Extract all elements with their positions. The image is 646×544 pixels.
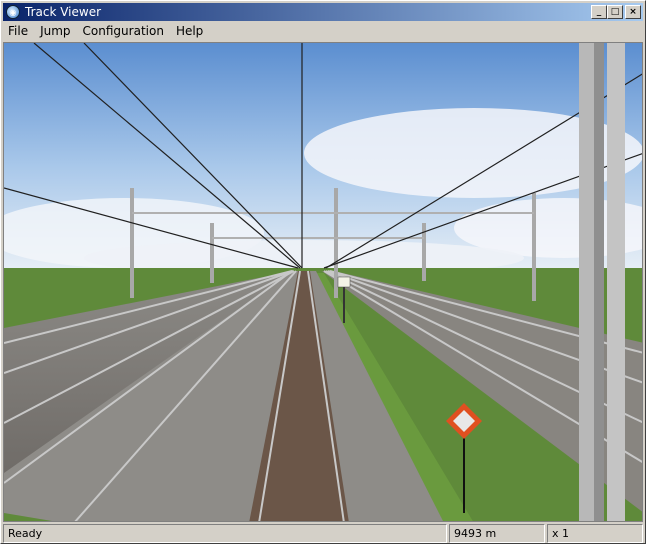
app-window: ◉ Track Viewer _ □ × File Jump Configura… bbox=[0, 0, 646, 544]
foreground-pole-shadow bbox=[594, 43, 604, 521]
menu-bar: File Jump Configuration Help bbox=[3, 22, 643, 40]
minimize-button[interactable]: _ bbox=[591, 5, 607, 19]
status-speed-factor: x 1 bbox=[547, 524, 643, 543]
maximize-button[interactable]: □ bbox=[607, 5, 623, 19]
foreground-pole bbox=[607, 43, 625, 521]
status-bar: Ready 9493 m x 1 bbox=[3, 524, 643, 543]
status-distance: 9493 m bbox=[449, 524, 545, 543]
menu-configuration[interactable]: Configuration bbox=[78, 24, 169, 38]
distance-marker-post bbox=[343, 283, 345, 323]
status-message: Ready bbox=[3, 524, 447, 543]
caption-buttons: _ □ × bbox=[591, 5, 641, 19]
menu-help[interactable]: Help bbox=[171, 24, 208, 38]
title-bar[interactable]: ◉ Track Viewer _ □ × bbox=[3, 3, 643, 21]
window-title: Track Viewer bbox=[25, 5, 102, 19]
track-scene bbox=[4, 43, 642, 521]
distance-marker bbox=[337, 276, 351, 288]
menu-jump[interactable]: Jump bbox=[35, 24, 75, 38]
menu-file[interactable]: File bbox=[3, 24, 33, 38]
3d-track-viewport[interactable] bbox=[3, 42, 643, 522]
app-globe-icon[interactable]: ◉ bbox=[6, 5, 20, 19]
close-button[interactable]: × bbox=[625, 5, 641, 19]
